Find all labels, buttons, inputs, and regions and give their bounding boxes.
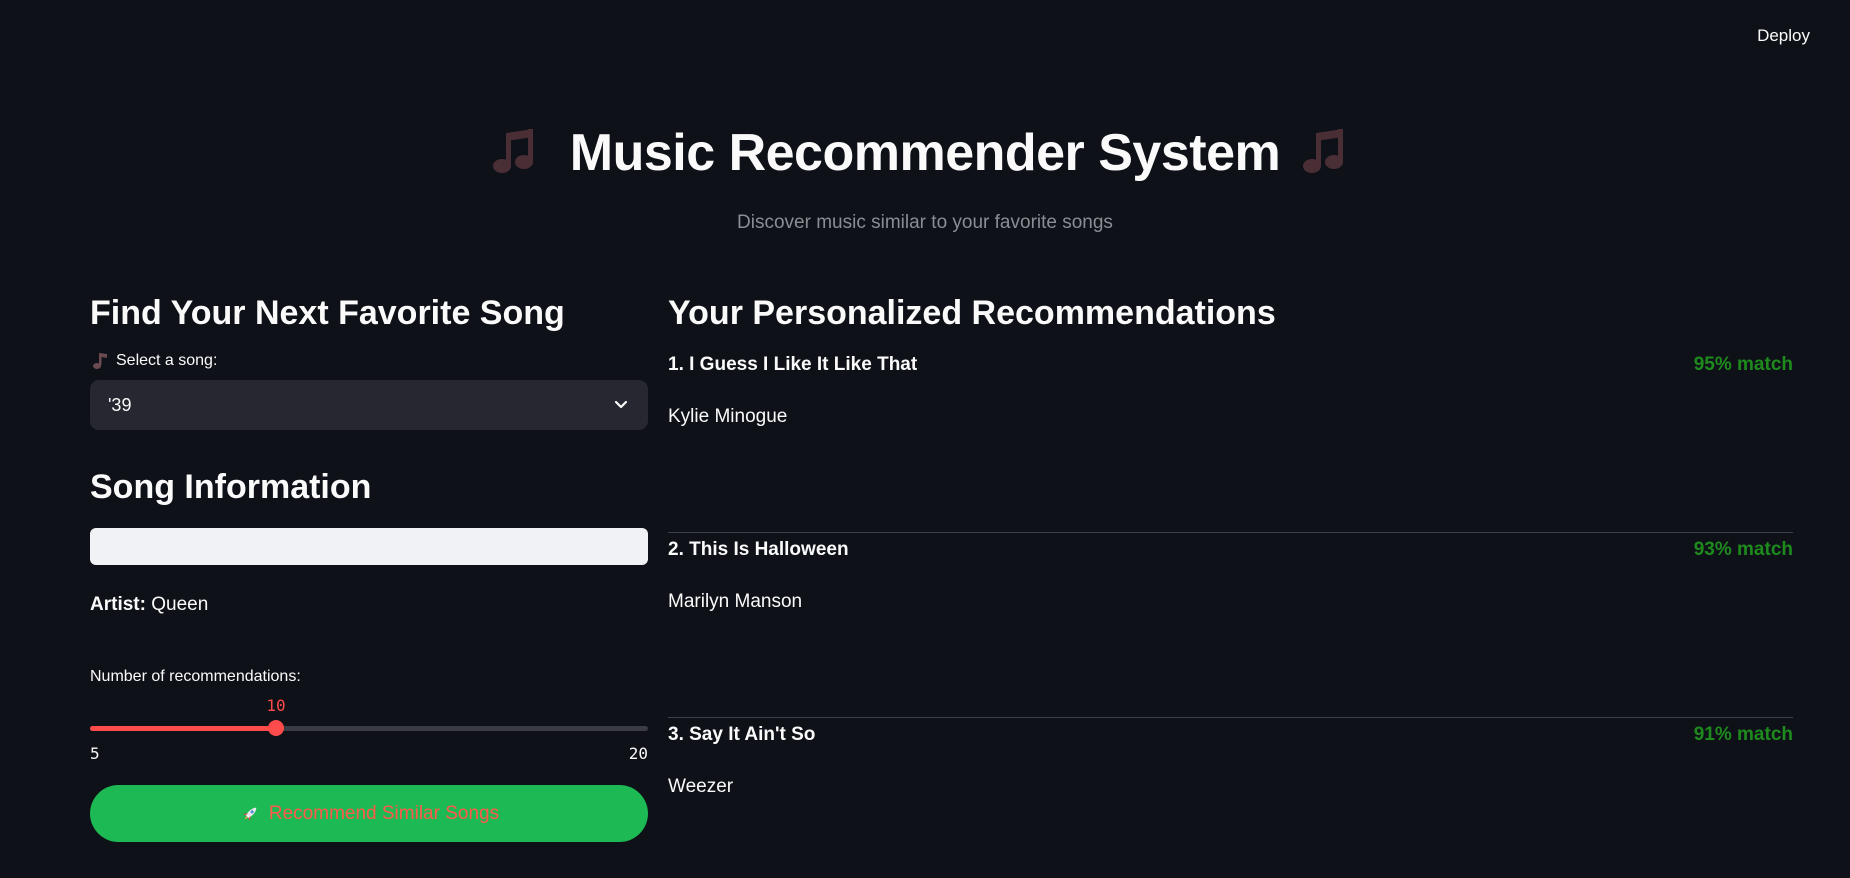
song-select[interactable]: '39: [90, 380, 648, 430]
selected-song: '39: [108, 394, 132, 415]
slider-label: Number of recommendations:: [90, 668, 301, 685]
recommend-button[interactable]: Recommend Similar Songs: [90, 785, 648, 842]
rec-title: 2. This Is Halloween: [668, 539, 849, 560]
list-item: 1. I Guess I Like It Like That 95% match…: [668, 348, 1793, 533]
rec-artist: Kylie Minogue: [668, 406, 788, 427]
rec-match: 95% match: [1693, 354, 1793, 375]
page-header: Music Recommender System Discover music …: [0, 118, 1850, 234]
artist-value: Queen: [151, 594, 209, 615]
slider-thumb[interactable]: [268, 720, 284, 736]
recommendations-heading: Your Personalized Recommendations: [668, 294, 1276, 332]
rec-title: 1. I Guess I Like It Like That: [668, 354, 918, 375]
page-title: Music Recommender System: [569, 124, 1281, 182]
recommendations-list: 1. I Guess I Like It Like That 95% match…: [668, 348, 1793, 878]
slider-track[interactable]: [90, 726, 648, 731]
rec-match: 91% match: [1693, 724, 1793, 745]
page-subtitle: Discover music similar to your favorite …: [737, 212, 1113, 233]
song-info-heading: Song Information: [90, 468, 372, 506]
list-item: 2. This Is Halloween 93% match Marilyn M…: [668, 533, 1793, 718]
rec-artist: Weezer: [668, 776, 734, 797]
slider-fill: [90, 726, 276, 731]
artist-label: Artist:: [90, 594, 146, 615]
recommendations-slider[interactable]: 10 5 20: [90, 686, 648, 763]
title-row: Music Recommender System: [0, 118, 1850, 188]
artist-info: Artist: Queen: [90, 594, 648, 616]
list-item: 3. Say It Ain't So 91% match Weezer: [668, 718, 1793, 878]
rec-match: 93% match: [1693, 539, 1793, 560]
slider-min: 5: [90, 744, 100, 763]
recommend-button-label: Recommend Similar Songs: [268, 802, 500, 824]
song-info-field: [90, 528, 648, 565]
finder-heading: Find Your Next Favorite Song: [90, 294, 565, 332]
app-root: Deploy Music Recommender System Discover…: [0, 0, 1850, 878]
select-label-text: Select a song:: [116, 352, 218, 369]
music-notes-icon: [1303, 129, 1344, 173]
music-notes-icon: [492, 129, 533, 173]
deploy-button[interactable]: Deploy: [1749, 22, 1818, 50]
rec-title: 3. Say It Ain't So: [668, 724, 816, 745]
chevron-down-icon: [614, 400, 628, 409]
recommendations-column: Your Personalized Recommendations 1. I G…: [668, 290, 1793, 878]
rocket-icon: [242, 807, 257, 821]
slider-max: 20: [628, 744, 648, 763]
slider-value: 10: [266, 696, 286, 715]
music-note-icon: [93, 353, 107, 369]
rec-artist: Marilyn Manson: [668, 591, 803, 612]
finder-column: Find Your Next Favorite Song Select a so…: [90, 290, 648, 842]
select-label: Select a song:: [90, 350, 648, 372]
